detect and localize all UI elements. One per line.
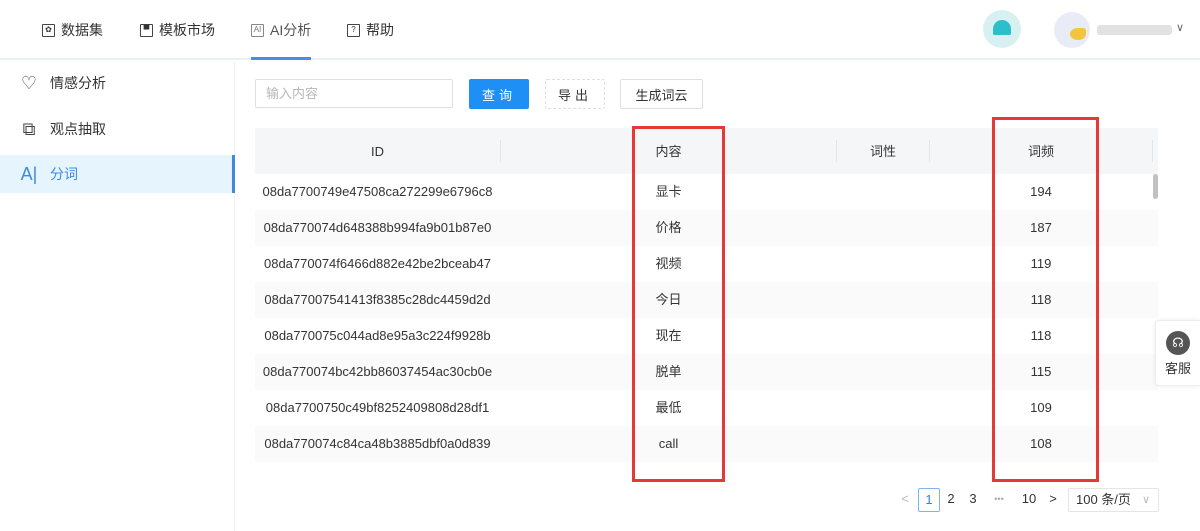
- cell-pos: [837, 282, 929, 318]
- export-button[interactable]: 导出: [545, 79, 605, 109]
- ai-text-icon: A|: [20, 163, 38, 184]
- ai-icon: AI: [251, 23, 264, 37]
- table-row[interactable]: 08da77007541413f8385c28dc4459d2d 今日 118: [255, 282, 1158, 318]
- column-header-freq[interactable]: 词频: [929, 128, 1153, 174]
- username-blurred: [1097, 25, 1172, 35]
- dataset-icon: ✿: [42, 23, 55, 37]
- cell-id: 08da770074c84ca48b3885dbf0a0d839: [264, 436, 491, 451]
- page-1[interactable]: 1: [918, 488, 940, 512]
- page-3[interactable]: 3: [965, 488, 981, 512]
- cell-freq: 115: [1030, 364, 1052, 379]
- table-row[interactable]: 08da770074d648388b994fa9b01b87e0 价格 187: [255, 210, 1158, 246]
- cell-id: 08da770075c044ad8e95a3c224f9928b: [264, 328, 491, 343]
- cell-pos: [837, 210, 929, 246]
- cell-content: 显卡: [655, 184, 682, 199]
- cell-id: 08da770074f6466d882e42be2bceab47: [263, 256, 491, 271]
- table-row[interactable]: 08da7700750c49bf8252409808d28df1 最低 109: [255, 390, 1158, 426]
- cell-pos: [837, 390, 929, 426]
- pagination-ellipsis[interactable]: •••: [988, 488, 1010, 512]
- table-body: 08da7700749e47508ca272299e6796c8 显卡 194 08d…: [255, 174, 1158, 462]
- copy-icon: ⧉: [22, 118, 36, 139]
- cell-freq: 187: [1030, 220, 1052, 235]
- table-row[interactable]: 08da770074bc42bb86037454ac30cb0e 脱单 115: [255, 354, 1158, 390]
- page-size-select[interactable]: 100 条/页 ∨: [1068, 488, 1159, 512]
- chevron-down-icon[interactable]: ∨: [1176, 21, 1184, 34]
- top-header: ✿ 数据集 ▀ 模板市场 AI AI分析 ? 帮助 ∨: [0, 0, 1200, 60]
- cell-id: 08da7700749e47508ca272299e6796c8: [262, 184, 493, 199]
- template-icon: ▀: [140, 23, 153, 37]
- cell-content: 视频: [655, 256, 682, 271]
- cell-id: 08da77007541413f8385c28dc4459d2d: [264, 292, 491, 307]
- table-header: ID 内容 词性 词频: [255, 128, 1158, 174]
- cell-pos: [837, 318, 929, 354]
- cell-pos: [837, 174, 929, 210]
- nav-template-market[interactable]: ▀ 模板市场: [140, 0, 215, 60]
- sidebar-item-label: 情感分析: [50, 75, 106, 91]
- customer-service-button[interactable]: ☊ 客服: [1155, 320, 1200, 386]
- cell-content: 价格: [655, 220, 682, 235]
- sidebar-item-segmentation[interactable]: A| 分词: [0, 155, 235, 193]
- headset-icon: ☊: [1166, 331, 1190, 355]
- cell-freq: 118: [1030, 292, 1052, 307]
- cell-freq: 108: [1030, 436, 1052, 451]
- column-header-pos[interactable]: 词性: [837, 128, 929, 174]
- avatar[interactable]: [1054, 12, 1090, 48]
- scrollbar-thumb[interactable]: [1153, 174, 1158, 199]
- cell-freq: 194: [1030, 184, 1052, 199]
- next-page-button[interactable]: >: [1046, 488, 1060, 512]
- page-size-value: 100 条/页: [1076, 492, 1131, 507]
- sidebar-item-label: 观点抽取: [50, 121, 106, 137]
- table-row[interactable]: 08da770075c044ad8e95a3c224f9928b 现在 118: [255, 318, 1158, 354]
- sidebar: ♡ 情感分析 ⧉ 观点抽取 A| 分词: [0, 62, 235, 531]
- nav-label: AI分析: [270, 22, 312, 38]
- cell-freq: 119: [1030, 256, 1052, 271]
- wordcloud-button[interactable]: 生成词云: [620, 79, 703, 109]
- cell-content: 最低: [655, 400, 682, 415]
- nav-label: 模板市场: [159, 22, 215, 38]
- nav-label: 数据集: [61, 22, 103, 38]
- heart-icon: ♡: [20, 72, 38, 93]
- nav-ai-analysis[interactable]: AI AI分析: [251, 0, 312, 60]
- column-header-content[interactable]: 内容: [500, 128, 837, 174]
- chevron-down-icon: ∨: [1141, 494, 1150, 506]
- page-10[interactable]: 10: [1017, 488, 1041, 512]
- prev-page-button[interactable]: <: [898, 488, 912, 512]
- sidebar-item-label: 分词: [50, 166, 78, 182]
- cell-freq: 109: [1030, 400, 1052, 415]
- cell-pos: [837, 426, 929, 462]
- cell-content: 今日: [655, 292, 682, 307]
- page-2[interactable]: 2: [943, 488, 959, 512]
- customer-service-label: 客服: [1164, 361, 1191, 376]
- query-button[interactable]: 查询: [469, 79, 529, 109]
- cell-content: call: [658, 436, 679, 451]
- table-row[interactable]: 08da7700749e47508ca272299e6796c8 显卡 194: [255, 174, 1158, 210]
- nav-dataset[interactable]: ✿ 数据集: [42, 0, 103, 60]
- cell-pos: [837, 246, 929, 282]
- cell-id: 08da7700750c49bf8252409808d28df1: [265, 400, 490, 415]
- cell-content: 现在: [655, 328, 682, 343]
- help-icon: ?: [347, 23, 360, 37]
- sidebar-item-sentiment[interactable]: ♡ 情感分析: [0, 64, 235, 102]
- nav-help[interactable]: ? 帮助: [347, 0, 394, 60]
- table-row[interactable]: 08da770074f6466d882e42be2bceab47 视频 119: [255, 246, 1158, 282]
- sidebar-item-opinion[interactable]: ⧉ 观点抽取: [0, 110, 235, 148]
- cell-pos: [837, 354, 929, 390]
- cell-content: 脱单: [655, 364, 682, 379]
- cell-freq: 118: [1030, 328, 1052, 343]
- word-table: ID 内容 词性 词频 08da7700749e47508ca272299e67…: [255, 128, 1158, 462]
- search-input[interactable]: [255, 79, 453, 108]
- column-header-id[interactable]: ID: [255, 128, 500, 174]
- notification-bell-icon[interactable]: [983, 10, 1021, 48]
- table-row[interactable]: 08da770074c84ca48b3885dbf0a0d839 call 108: [255, 426, 1158, 462]
- nav-label: 帮助: [366, 22, 394, 38]
- cell-id: 08da770074d648388b994fa9b01b87e0: [263, 220, 492, 235]
- cell-id: 08da770074bc42bb86037454ac30cb0e: [262, 364, 493, 379]
- column-divider: [1152, 140, 1153, 162]
